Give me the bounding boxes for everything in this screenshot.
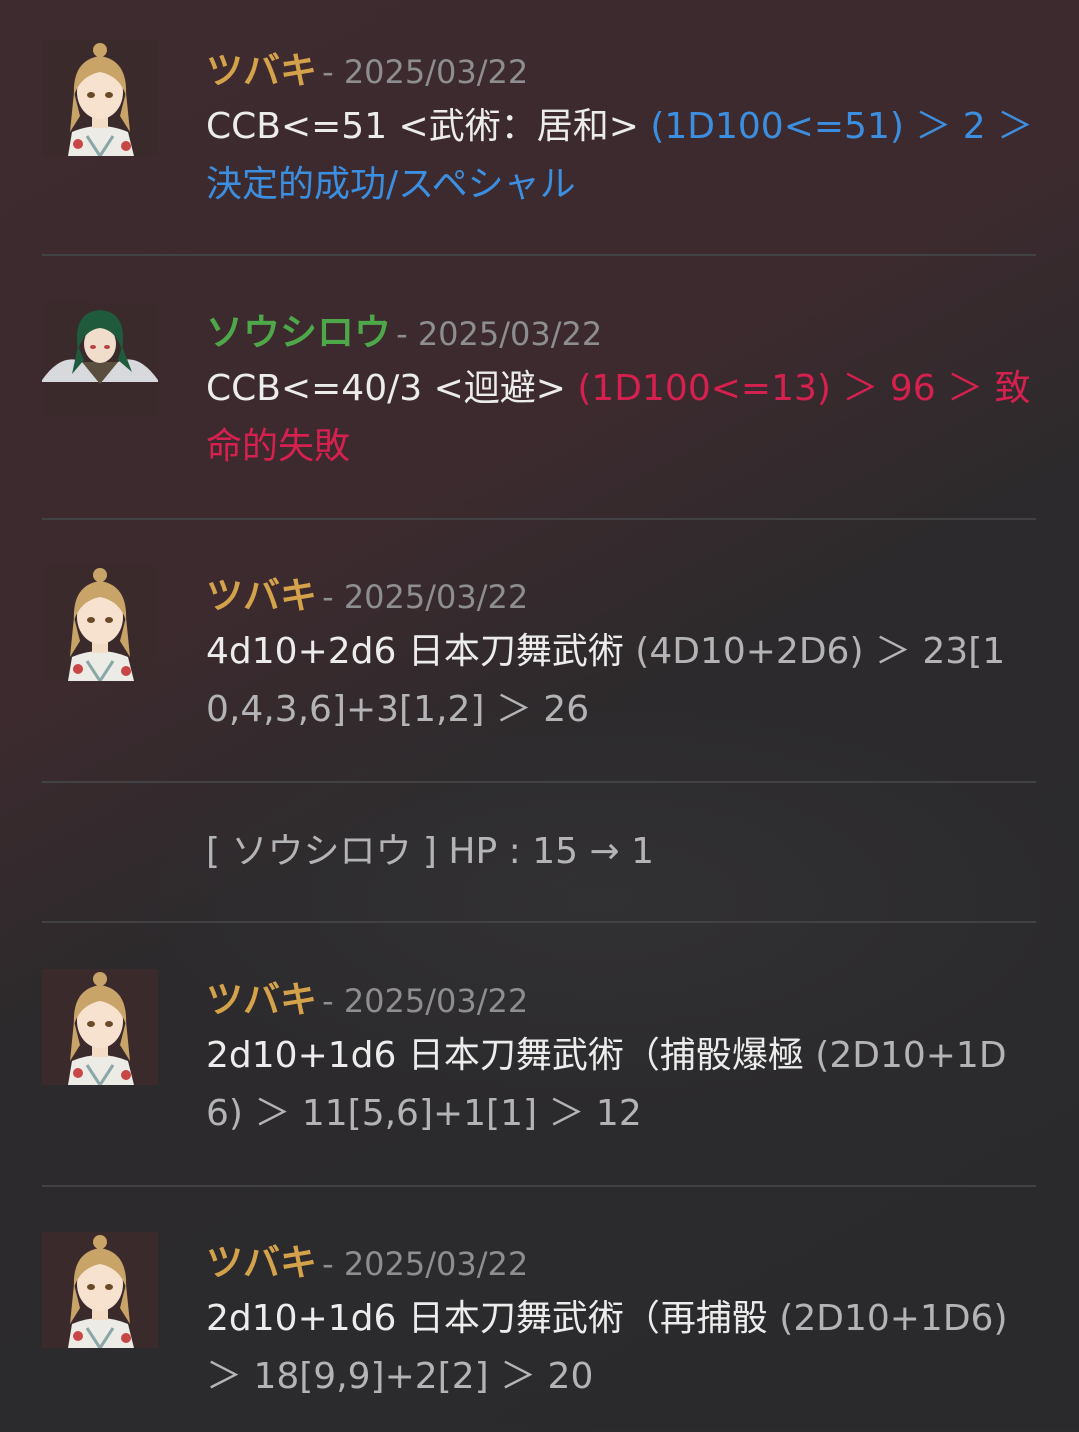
- chat-message: ソウシロウ - 2025/03/22 CCB<=40/3 <迴避> (1D100…: [42, 302, 1036, 520]
- message-date: - 2025/03/22: [396, 315, 603, 353]
- message-body: ツバキ - 2025/03/22 2d10+1d6 日本刀舞武術（捕骰爆極 (2…: [206, 969, 1036, 1143]
- tsubaki-portrait-icon: [42, 565, 158, 681]
- tsubaki-avatar[interactable]: [42, 1232, 158, 1348]
- dice-command: CCB<=51 <武術：居和>: [206, 106, 651, 147]
- message-text: 4d10+2d6 日本刀舞武術 (4D10+2D6) ＞ 23[10,4,3,6…: [206, 623, 1036, 739]
- speaker-name: ツバキ: [206, 978, 317, 1021]
- tsubaki-portrait-icon: [42, 1232, 158, 1348]
- message-text: 2d10+1d6 日本刀舞武術（再捕骰 (2D10+1D6) ＞ 18[9,9]…: [206, 1290, 1036, 1406]
- soushirou-avatar[interactable]: [42, 302, 158, 418]
- speaker-name: ソウシロウ: [206, 311, 391, 354]
- message-date: - 2025/03/22: [322, 578, 529, 616]
- message-text: CCB<=51 <武術：居和> (1D100<=51) ＞ 2 ＞ 決定的成功/…: [206, 98, 1036, 214]
- message-body: ツバキ - 2025/03/22 2d10+1d6 日本刀舞武術（再捕骰 (2D…: [206, 1232, 1036, 1406]
- tsubaki-avatar[interactable]: [42, 969, 158, 1085]
- dice-command: 4d10+2d6 日本刀舞武術: [206, 631, 636, 672]
- message-date: - 2025/03/22: [322, 1245, 529, 1283]
- speaker-name: ツバキ: [206, 1241, 317, 1284]
- message-body: [ ソウシロウ ] HP : 15 → 1: [206, 823, 1036, 881]
- speaker-name: ツバキ: [206, 49, 317, 92]
- system-message: [ ソウシロウ ] HP : 15 → 1: [42, 783, 1036, 923]
- tsubaki-avatar[interactable]: [42, 565, 158, 681]
- tsubaki-avatar[interactable]: [42, 40, 158, 156]
- dice-command: 2d10+1d6 日本刀舞武術（捕骰爆極: [206, 1035, 816, 1076]
- tsubaki-portrait-icon: [42, 40, 158, 156]
- tsubaki-portrait-icon: [42, 969, 158, 1085]
- dice-command: CCB<=40/3 <迴避>: [206, 368, 578, 409]
- message-date: - 2025/03/22: [322, 53, 529, 91]
- chat-message: ツバキ - 2025/03/22 CCB<=51 <武術：居和> (1D100<…: [42, 40, 1036, 256]
- message-header: ツバキ - 2025/03/22: [206, 1232, 1036, 1284]
- message-text: CCB<=40/3 <迴避> (1D100<=13) ＞ 96 ＞ 致命的失敗: [206, 360, 1036, 476]
- message-date: - 2025/03/22: [322, 982, 529, 1020]
- soushirou-portrait-icon: [42, 302, 158, 418]
- message-header: ツバキ - 2025/03/22: [206, 565, 1036, 617]
- hp-change-text: [ ソウシロウ ] HP : 15 → 1: [206, 831, 654, 872]
- chat-message: ツバキ - 2025/03/22 2d10+1d6 日本刀舞武術（再捕骰 (2D…: [42, 1232, 1036, 1432]
- chat-message: ツバキ - 2025/03/22 4d10+2d6 日本刀舞武術 (4D10+2…: [42, 565, 1036, 783]
- message-text: 2d10+1d6 日本刀舞武術（捕骰爆極 (2D10+1D6) ＞ 11[5,6…: [206, 1027, 1036, 1143]
- speaker-name: ツバキ: [206, 574, 317, 617]
- message-header: ソウシロウ - 2025/03/22: [206, 302, 1036, 354]
- message-body: ツバキ - 2025/03/22 CCB<=51 <武術：居和> (1D100<…: [206, 40, 1036, 214]
- message-body: ソウシロウ - 2025/03/22 CCB<=40/3 <迴避> (1D100…: [206, 302, 1036, 476]
- message-body: ツバキ - 2025/03/22 4d10+2d6 日本刀舞武術 (4D10+2…: [206, 565, 1036, 739]
- chat-message: ツバキ - 2025/03/22 2d10+1d6 日本刀舞武術（捕骰爆極 (2…: [42, 969, 1036, 1187]
- message-header: ツバキ - 2025/03/22: [206, 969, 1036, 1021]
- dice-command: 2d10+1d6 日本刀舞武術（再捕骰: [206, 1298, 780, 1339]
- message-header: ツバキ - 2025/03/22: [206, 40, 1036, 92]
